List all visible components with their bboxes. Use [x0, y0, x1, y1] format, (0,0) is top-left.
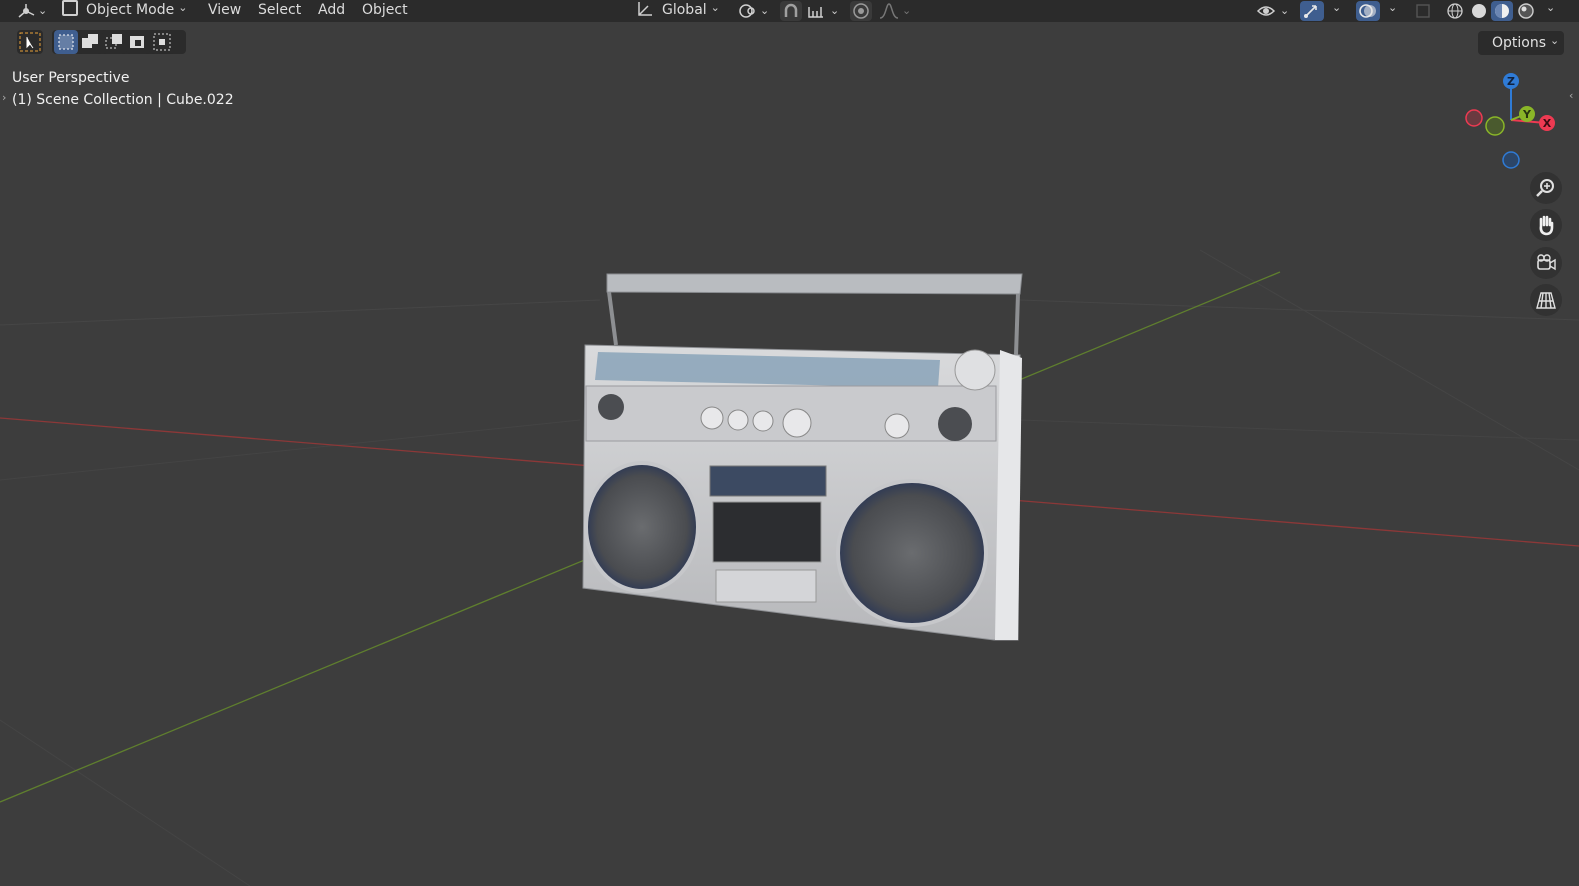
overlays-toggle[interactable]	[1356, 1, 1380, 21]
orientation-label: Global	[662, 2, 720, 18]
overlays-icon	[1359, 4, 1376, 18]
select-box-extend[interactable]	[78, 30, 102, 54]
3d-viewport-icon	[18, 4, 35, 18]
gizmo-toggle[interactable]	[1300, 1, 1324, 21]
select-cursor-tool[interactable]	[17, 30, 43, 54]
material-sphere-icon	[1495, 4, 1509, 18]
viewport-header: ⌄ Object Mode View Select Add Object Glo…	[0, 0, 1579, 22]
view-name: User Perspective	[12, 70, 130, 86]
solid-sphere-icon	[1472, 4, 1486, 18]
y-axis-label: Y	[1522, 108, 1532, 121]
x-axis-label: X	[1543, 117, 1552, 130]
pivot-point-dropdown[interactable]: ⌄	[738, 0, 772, 22]
menu-object[interactable]: Object	[362, 0, 408, 22]
eye-icon	[1256, 6, 1276, 16]
magnet-icon	[784, 3, 798, 17]
pivot-icon	[739, 4, 755, 18]
xray-icon	[1416, 4, 1430, 18]
proportional-edit-icon	[853, 3, 869, 19]
menu-select[interactable]: Select	[258, 0, 301, 22]
grid-ortho-icon	[1536, 292, 1556, 309]
shading-material-preview[interactable]	[1491, 1, 1513, 21]
proportional-edit-toggle[interactable]	[850, 1, 872, 21]
falloff-curve-icon	[879, 3, 899, 19]
select-box-invert-icon	[130, 36, 144, 48]
rendered-sphere-icon	[1518, 3, 1534, 19]
menu-view[interactable]: View	[208, 0, 241, 22]
mode-label: Object Mode	[86, 2, 187, 18]
select-box-subtract-icon	[105, 34, 122, 49]
select-box-extend-icon	[82, 34, 98, 48]
gizmo-arrows-icon	[1304, 5, 1317, 18]
snap-target-dropdown[interactable]: ⌄	[806, 0, 842, 22]
gizmo-dropdown-chevron[interactable]: ⌄	[1332, 1, 1341, 14]
z-axis-label: Z	[1507, 75, 1515, 88]
collection-info: (1) Scene Collection | Cube.022	[12, 92, 234, 108]
select-box-intersect[interactable]	[150, 30, 174, 54]
hand-pan-icon	[1539, 215, 1554, 236]
editor-type-button[interactable]: ⌄	[16, 0, 48, 22]
select-box-invert[interactable]	[126, 30, 150, 54]
transform-orientation-dropdown[interactable]: Global	[636, 0, 720, 22]
select-box-new-icon	[58, 34, 74, 50]
zoom-button[interactable]	[1530, 172, 1562, 204]
zoom-icon	[1536, 179, 1554, 197]
wireframe-sphere-icon	[1447, 3, 1463, 19]
pan-button[interactable]	[1530, 209, 1562, 241]
perspective-ortho-button[interactable]	[1530, 284, 1562, 316]
shading-solid[interactable]	[1468, 1, 1490, 21]
select-box-intersect-icon	[153, 33, 171, 51]
neg-x-axis-handle	[1465, 109, 1483, 127]
boombox-3d-model[interactable]	[0, 0, 1579, 886]
shading-wireframe[interactable]	[1444, 1, 1466, 21]
neg-y-axis-handle	[1485, 116, 1505, 136]
visibility-dropdown[interactable]: ⌄	[1256, 0, 1292, 22]
select-box-subtract[interactable]	[102, 30, 126, 54]
navigation-gizmo[interactable]: Z Y X	[1462, 68, 1572, 178]
shading-dropdown-chevron[interactable]: ⌄	[1546, 1, 1555, 14]
orientation-axes-icon	[638, 2, 652, 16]
snap-increment-icon	[808, 7, 823, 18]
camera-view-button[interactable]	[1530, 247, 1562, 279]
falloff-dropdown: ⌄	[878, 0, 912, 22]
sidebar-toggle-left[interactable]: ›	[2, 91, 6, 104]
snap-toggle[interactable]	[780, 1, 802, 21]
object-mode-icon	[62, 0, 78, 16]
shading-rendered[interactable]	[1515, 1, 1537, 21]
neg-z-axis-handle	[1502, 151, 1520, 169]
overlays-dropdown-chevron[interactable]: ⌄	[1388, 1, 1397, 14]
mode-dropdown[interactable]: Object Mode	[62, 0, 187, 22]
xray-toggle[interactable]	[1412, 1, 1434, 21]
menu-add[interactable]: Add	[318, 0, 345, 22]
options-dropdown[interactable]: Options	[1478, 31, 1564, 55]
select-box-new[interactable]	[54, 30, 78, 54]
options-label: Options	[1492, 35, 1547, 51]
select-cursor-icon	[19, 32, 41, 52]
3d-viewport[interactable]	[0, 0, 1579, 886]
camera-view-icon	[1537, 254, 1556, 271]
